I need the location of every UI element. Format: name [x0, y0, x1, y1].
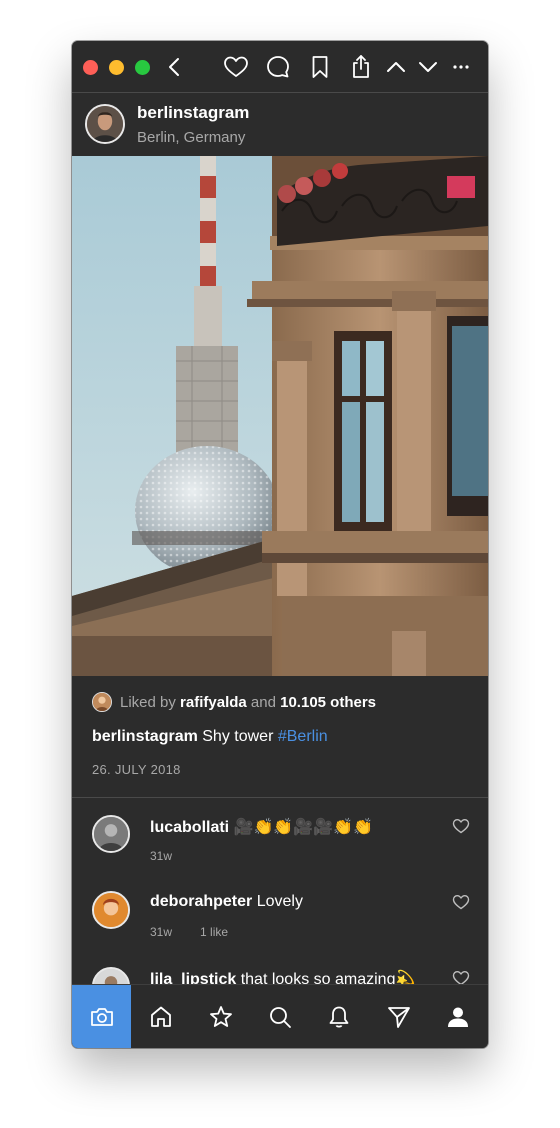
chevron-up-icon[interactable]	[383, 54, 409, 80]
zoom-window-button[interactable]	[135, 60, 150, 75]
caption-text: Shy tower	[197, 728, 278, 745]
comment-username[interactable]: deborahpeter	[150, 893, 252, 910]
bottom-tab-bar	[72, 984, 488, 1048]
comment-text: lucabollati 🎥👏👏🎥🎥👏👏	[150, 817, 373, 837]
app-window: berlinstagram Berlin, Germany Liked by r…	[72, 41, 488, 1048]
comment-item: lucabollati 🎥👏👏🎥🎥👏👏 31w	[72, 815, 488, 885]
comment-age: 31w	[150, 849, 173, 863]
star-icon[interactable]	[191, 985, 250, 1048]
caption-username[interactable]: berlinstagram	[92, 728, 198, 745]
camera-icon[interactable]	[72, 985, 132, 1048]
minimize-window-button[interactable]	[109, 60, 124, 75]
avatar[interactable]	[92, 891, 130, 929]
share-icon[interactable]	[348, 54, 374, 80]
bell-icon[interactable]	[310, 985, 369, 1048]
more-icon[interactable]	[448, 54, 474, 80]
heart-icon[interactable]	[452, 893, 470, 911]
post-caption: berlinstagram Shy tower #Berlin	[92, 728, 328, 746]
window-toolbar	[72, 41, 488, 93]
divider	[72, 797, 488, 798]
likes-middle: and	[246, 693, 281, 711]
comment-age: 31w	[150, 925, 173, 939]
search-icon[interactable]	[250, 985, 309, 1048]
post-date: 26. JULY 2018	[92, 762, 181, 777]
close-window-button[interactable]	[83, 60, 98, 75]
heart-icon[interactable]	[452, 817, 470, 835]
avatar[interactable]	[85, 104, 125, 144]
post-location[interactable]: Berlin, Germany	[137, 129, 245, 146]
likes-count-link[interactable]: 10.105 others	[280, 694, 376, 711]
post-header: berlinstagram Berlin, Germany	[72, 94, 488, 156]
profile-icon[interactable]	[429, 985, 488, 1048]
comment-text: deborahpeter Lovely	[150, 893, 303, 911]
comment-username[interactable]: lucabollati	[150, 819, 229, 836]
comment-body: Lovely	[252, 893, 303, 910]
chevron-down-icon[interactable]	[415, 54, 441, 80]
send-icon[interactable]	[369, 985, 428, 1048]
avatar[interactable]	[92, 815, 130, 853]
heart-icon[interactable]	[223, 54, 249, 80]
first-liker-link[interactable]: rafifyalda	[180, 694, 247, 711]
back-chevron-icon[interactable]	[162, 54, 188, 80]
home-icon[interactable]	[131, 985, 190, 1048]
comment-meta: 31w 1 like	[150, 925, 228, 939]
post-photo[interactable]	[72, 156, 488, 676]
likes-summary[interactable]: Liked by rafifyalda and 10.105 others	[92, 691, 376, 713]
comment-meta: 31w	[150, 849, 172, 863]
comment-likes[interactable]: 1 like	[200, 925, 228, 939]
bookmark-icon[interactable]	[307, 54, 333, 80]
comment-body: 🎥👏👏🎥🎥👏👏	[229, 819, 374, 836]
caption-hashtag[interactable]: #Berlin	[278, 728, 328, 745]
likes-prefix: Liked by	[120, 693, 181, 711]
liker-avatar	[92, 692, 112, 712]
comment-icon[interactable]	[265, 54, 291, 80]
comment-item: deborahpeter Lovely 31w 1 like	[72, 891, 488, 961]
post-username[interactable]: berlinstagram	[137, 103, 249, 123]
